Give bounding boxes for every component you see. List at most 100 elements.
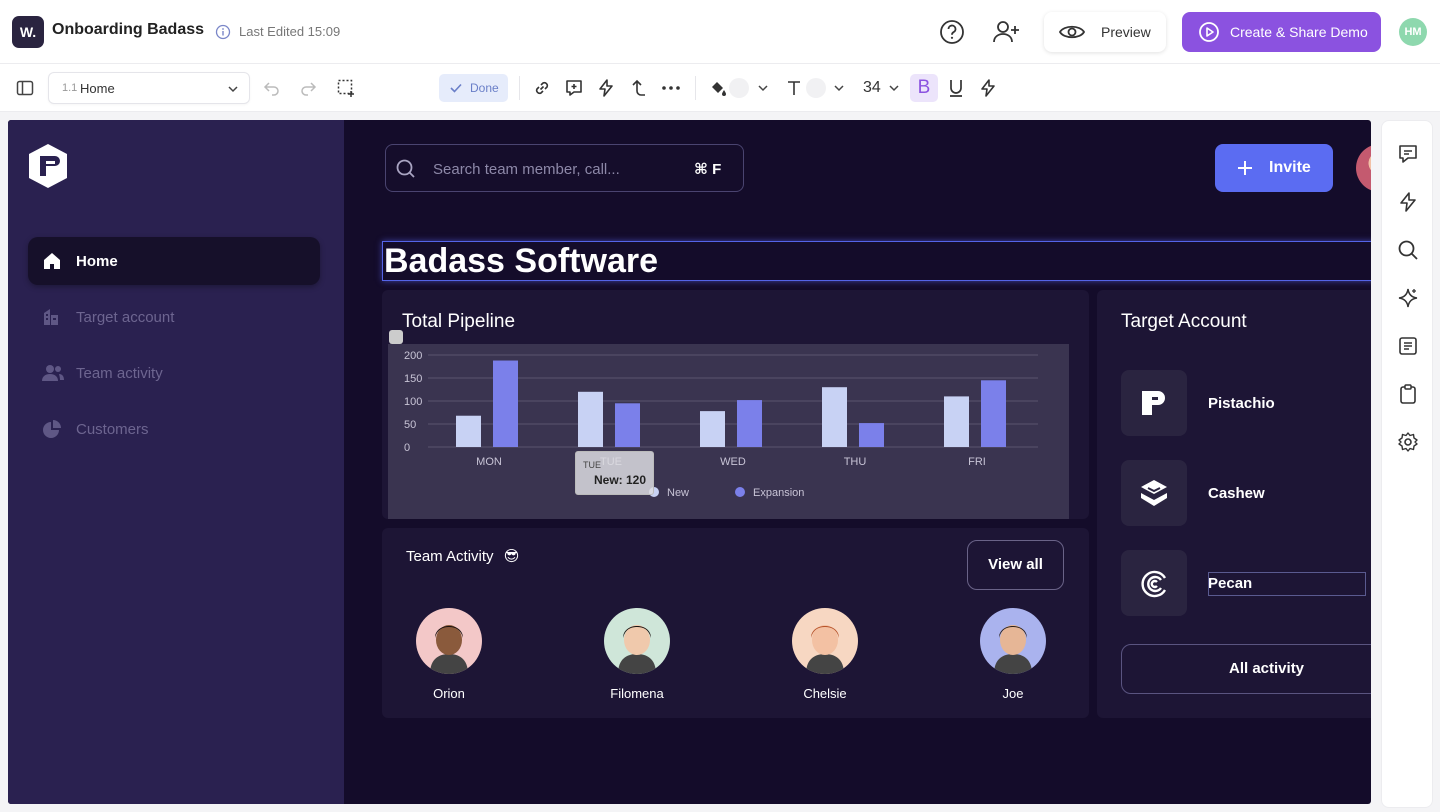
fill-color-swatch[interactable] bbox=[729, 78, 749, 98]
add-comment-icon[interactable] bbox=[564, 78, 584, 98]
last-edited-label: Last Edited 15:09 bbox=[239, 24, 341, 39]
sidebar-item-home[interactable]: Home bbox=[28, 237, 320, 285]
team-activity-label: Team Activity bbox=[406, 548, 494, 565]
underline-icon[interactable] bbox=[946, 78, 966, 98]
pecan-logo-icon bbox=[1141, 570, 1167, 598]
team-member[interactable]: Orion bbox=[409, 608, 489, 701]
toolbar-divider bbox=[695, 76, 696, 100]
legend-label: Expansion bbox=[753, 487, 804, 499]
member-name: Joe bbox=[1002, 686, 1024, 701]
team-member[interactable]: Chelsie bbox=[785, 608, 865, 701]
plus-icon bbox=[1238, 161, 1252, 175]
search-placeholder: Search team member, call... bbox=[433, 161, 620, 178]
profile-avatar[interactable] bbox=[1356, 144, 1371, 192]
search-icon[interactable] bbox=[1397, 239, 1419, 261]
account-name[interactable]: Cashew bbox=[1208, 485, 1265, 502]
all-activity-button[interactable]: All activity bbox=[1121, 644, 1371, 694]
text-color-icon[interactable] bbox=[785, 78, 805, 98]
lightning-icon[interactable] bbox=[978, 78, 998, 98]
done-button[interactable]: Done bbox=[439, 74, 508, 102]
sidebar-item-target-account[interactable]: Target account bbox=[28, 293, 320, 341]
settings-gear-icon[interactable] bbox=[1397, 431, 1419, 453]
tooltip-day: TUE bbox=[583, 460, 601, 470]
chart-bar bbox=[859, 423, 884, 447]
chevron-down-icon[interactable] bbox=[829, 78, 849, 98]
legend-swatch bbox=[735, 487, 745, 497]
cashew-logo-icon bbox=[1141, 480, 1167, 506]
sidebar-item-label: Home bbox=[76, 253, 118, 270]
pistachio-logo[interactable] bbox=[1121, 370, 1187, 436]
account-name[interactable]: Pecan bbox=[1208, 575, 1252, 592]
more-options-icon[interactable] bbox=[661, 78, 681, 98]
help-icon[interactable] bbox=[938, 18, 966, 46]
lightning-icon[interactable] bbox=[1397, 191, 1419, 213]
member-avatar bbox=[792, 608, 858, 674]
chart-bar bbox=[493, 360, 518, 447]
bold-button[interactable]: B bbox=[910, 74, 938, 102]
member-avatar bbox=[604, 608, 670, 674]
sidebar-item-team-activity[interactable]: Team activity bbox=[28, 349, 320, 397]
step-back-icon[interactable] bbox=[628, 78, 648, 98]
x-tick-label: FRI bbox=[968, 456, 986, 468]
chevron-down-icon[interactable] bbox=[753, 78, 773, 98]
info-icon[interactable] bbox=[215, 24, 231, 40]
team-member[interactable]: Joe bbox=[973, 608, 1053, 701]
add-user-icon[interactable] bbox=[992, 18, 1022, 46]
document-icon[interactable] bbox=[1397, 335, 1419, 357]
create-share-demo-button[interactable]: Create & Share Demo bbox=[1182, 12, 1381, 52]
eye-icon bbox=[1058, 25, 1086, 39]
target-account-card: Target Account Pistachio Cashew Pecan Al… bbox=[1097, 290, 1371, 718]
link-icon[interactable] bbox=[532, 78, 552, 98]
home-icon bbox=[44, 253, 60, 269]
create-share-demo-label: Create & Share Demo bbox=[1230, 24, 1368, 40]
lightning-icon[interactable] bbox=[596, 78, 616, 98]
fill-color-icon[interactable] bbox=[708, 78, 728, 98]
pipeline-chart: 050100150200MONTUEWEDTHUFRINewExpansion … bbox=[388, 344, 1069, 519]
account-name[interactable]: Pistachio bbox=[1208, 395, 1275, 412]
chevron-down-icon[interactable] bbox=[884, 78, 904, 98]
page-heading[interactable]: Badass Software bbox=[382, 241, 1371, 281]
rotate-icon[interactable] bbox=[389, 330, 403, 344]
sparkle-icon[interactable] bbox=[1397, 287, 1419, 309]
chart-bar bbox=[700, 411, 725, 447]
document-title[interactable]: Onboarding Badass bbox=[52, 21, 204, 39]
sidebar-item-customers[interactable]: Customers bbox=[28, 405, 320, 453]
building-icon bbox=[44, 309, 58, 325]
clipboard-icon[interactable] bbox=[1397, 383, 1419, 405]
tooltip-value: New: 120 bbox=[594, 473, 647, 487]
team-member[interactable]: Filomena bbox=[597, 608, 677, 701]
team-activity-card: Team Activity 😎 View all Orion Filomena Ch… bbox=[382, 528, 1089, 718]
view-all-button[interactable]: View all bbox=[967, 540, 1064, 590]
text-color-swatch[interactable] bbox=[806, 78, 826, 98]
invite-button[interactable]: Invite bbox=[1215, 144, 1333, 192]
app-logo[interactable]: W. bbox=[12, 16, 44, 48]
pecan-logo[interactable] bbox=[1121, 550, 1187, 616]
pie-chart-icon bbox=[43, 420, 61, 438]
y-tick-label: 150 bbox=[404, 373, 422, 385]
preview-button[interactable]: Preview bbox=[1044, 12, 1166, 52]
demo-canvas[interactable]: Home Target account Team activity Custom… bbox=[8, 120, 1371, 804]
chart-bar bbox=[456, 415, 481, 447]
comment-icon[interactable] bbox=[1397, 143, 1419, 165]
y-tick-label: 100 bbox=[404, 396, 422, 408]
chart-tooltip: TUE New: 120 bbox=[575, 451, 654, 495]
x-tick-label: MON bbox=[476, 456, 502, 468]
page-select[interactable]: 1.1 Home bbox=[48, 72, 250, 104]
target-account-title: Target Account bbox=[1121, 311, 1247, 332]
add-selection-icon[interactable] bbox=[336, 78, 356, 98]
sidebar-item-label: Team activity bbox=[76, 365, 163, 382]
search-icon bbox=[396, 159, 415, 178]
play-circle-icon bbox=[1199, 22, 1219, 42]
team-search-input[interactable]: Search team member, call... ⌘ F bbox=[385, 144, 744, 192]
cashew-logo[interactable] bbox=[1121, 460, 1187, 526]
sidebar-toggle-icon[interactable] bbox=[15, 78, 35, 98]
sidebar-item-label: Target account bbox=[76, 309, 175, 326]
brand-logo-icon bbox=[29, 144, 67, 188]
user-avatar[interactable]: HM bbox=[1399, 18, 1427, 46]
chart-bar bbox=[578, 391, 603, 447]
font-size-value[interactable]: 34 bbox=[863, 79, 881, 97]
redo-icon[interactable] bbox=[298, 78, 318, 98]
undo-icon[interactable] bbox=[262, 78, 282, 98]
pistachio-logo-icon bbox=[1142, 391, 1165, 415]
chart-bar bbox=[615, 403, 640, 447]
